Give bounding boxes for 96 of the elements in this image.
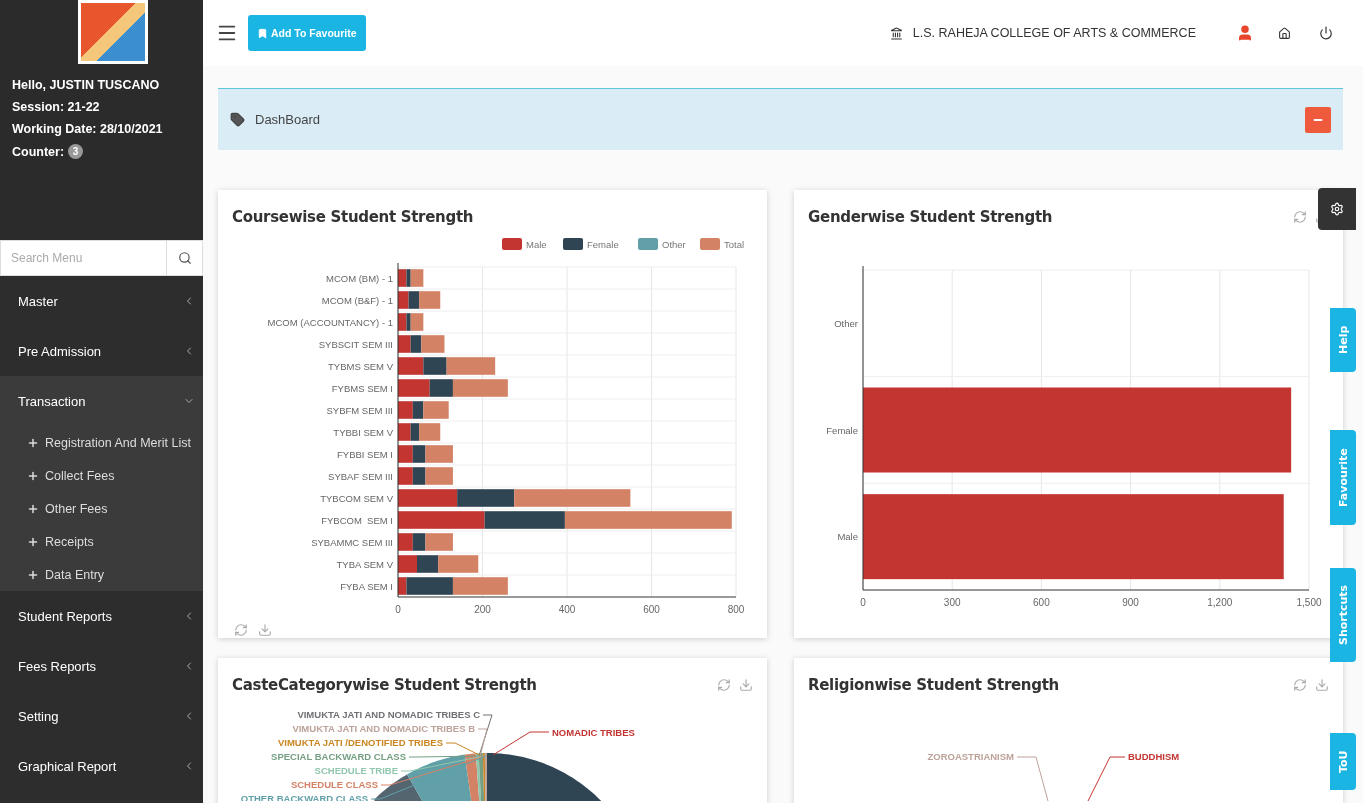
category-label: FYBA SEM I xyxy=(340,580,393,592)
refresh-icon xyxy=(1293,678,1307,692)
tick-label: 800 xyxy=(727,604,745,615)
college-name: L.S. RAHEJA COLLEGE OF ARTS & COMMERCE xyxy=(912,26,1196,40)
counter-badge: 3 xyxy=(68,144,84,159)
category-label: TYBA SEM V xyxy=(336,558,393,570)
pie-label: VIMUKTA JATI AND NOMADIC TRIBES C xyxy=(297,709,480,720)
leader-line xyxy=(1016,756,1049,801)
menu-item[interactable]: Master xyxy=(0,276,203,326)
menu-item[interactable]: Transaction xyxy=(0,376,203,426)
submenu-item[interactable]: Receipts xyxy=(0,525,203,558)
menu-item[interactable]: Student Reports xyxy=(0,591,203,641)
category-label: SYBFM SEM III xyxy=(326,404,393,416)
tick-label: 0 xyxy=(860,597,866,608)
category-label: FYBMS SEM I xyxy=(331,382,393,394)
category-label: FYBCOM SEM I xyxy=(321,514,393,526)
pie-label: SCHEDULE CLASS xyxy=(290,779,378,790)
collapse-button[interactable] xyxy=(1305,106,1331,133)
legend-label: Male xyxy=(526,239,547,250)
plus-icon xyxy=(27,535,39,548)
category-label: MCOM (ACCOUNTANCY) - 1 xyxy=(267,316,393,328)
tick-label: 600 xyxy=(643,604,660,615)
submenu-item[interactable]: Data Entry xyxy=(0,558,203,591)
plus-icon xyxy=(27,469,39,482)
download-icon xyxy=(739,678,753,692)
settings-icon xyxy=(1330,202,1344,216)
menu-item[interactable]: Setting xyxy=(0,691,203,741)
chart-bar xyxy=(398,489,458,507)
tick-label: 300 xyxy=(943,597,961,608)
tick-label: 1,500 xyxy=(1296,597,1322,608)
pie-label: BUDDHISM xyxy=(1128,751,1180,762)
tick-label: 0 xyxy=(395,604,401,615)
refresh-icon xyxy=(1293,210,1307,224)
power-icon[interactable] xyxy=(1319,26,1333,40)
home-icon[interactable] xyxy=(1278,26,1291,40)
bookmark-icon xyxy=(257,27,268,39)
category-label: MCOM (B&F) - 1 xyxy=(321,294,393,306)
plus-icon xyxy=(27,436,39,449)
pie-label: VIMUKTA JATI AND NOMADIC TRIBES B xyxy=(292,723,475,734)
category-label: MCOM (BM) - 1 xyxy=(325,272,393,284)
pie-label: SPECIAL BACKWARD CLASS xyxy=(271,751,406,762)
chart-bar xyxy=(398,291,409,309)
submenu-item[interactable]: Registration And Merit List xyxy=(0,426,203,459)
search-field[interactable]: Search Menu xyxy=(0,240,203,276)
category-label: SYBAMMC SEM III xyxy=(311,536,393,548)
download-icon xyxy=(1315,678,1329,692)
chart-bar xyxy=(398,379,430,397)
tick-label: 400 xyxy=(558,604,576,615)
working-date-text: Working Date: 28/10/2021 xyxy=(12,122,164,136)
tick-label: 900 xyxy=(1122,597,1139,608)
legend-label: Female xyxy=(587,239,619,250)
category-label: TYBBI SEM V xyxy=(333,426,393,438)
leader-line xyxy=(1087,756,1126,801)
breadcrumb-text: DashBoard xyxy=(255,112,321,127)
category-label: TYBCOM SEM V xyxy=(320,492,393,504)
tag-icon xyxy=(230,112,245,127)
chart-bar xyxy=(398,357,424,375)
menu-item[interactable]: Fees Reports xyxy=(0,641,203,691)
settings-button[interactable] xyxy=(1318,188,1356,230)
logo-placeholder xyxy=(78,0,148,64)
card-title: Coursewise Student Strength xyxy=(232,208,474,226)
card-title: Genderwise Student Strength xyxy=(808,208,1053,226)
tick-label: 600 xyxy=(1033,597,1050,608)
legend-label: Other xyxy=(662,239,686,250)
session-text: Session: 21-22 xyxy=(12,100,101,114)
card-title: CasteCategorywise Student Strength xyxy=(232,676,537,694)
pie-label: VIMUKTA JATI /DENOTIFIED TRIBES xyxy=(277,737,443,748)
category-label: SYBAF SEM III xyxy=(328,470,393,482)
plus-icon xyxy=(27,502,39,515)
refresh-icon xyxy=(717,678,731,692)
menu-item[interactable]: Graphical Report xyxy=(0,741,203,791)
pie-label: ZOROASTRIANISM xyxy=(927,751,1014,762)
counter-label: Counter: xyxy=(12,144,65,159)
card-title: Religionwise Student Strength xyxy=(808,676,1059,694)
tick-label: 1,200 xyxy=(1207,597,1233,608)
category-label: Other xyxy=(834,317,858,329)
plus-icon xyxy=(27,568,39,581)
pie-label: NOMADIC TRIBES xyxy=(552,727,635,738)
menu-item[interactable]: Pre Admission xyxy=(0,326,203,376)
submenu-item[interactable]: Collect Fees xyxy=(0,459,203,492)
tick-label: 200 xyxy=(474,604,491,615)
legend-label: Total xyxy=(724,239,745,250)
bank-icon xyxy=(889,26,903,40)
category-label: Female xyxy=(826,424,858,436)
refresh-icon xyxy=(234,623,248,637)
pie-label: SCHEDULE TRIBE xyxy=(314,765,398,776)
submenu-item[interactable]: Other Fees xyxy=(0,492,203,525)
chart-bar xyxy=(452,577,508,595)
category-label: FYBBI SEM I xyxy=(337,448,393,460)
download-icon xyxy=(258,623,272,637)
search-icon xyxy=(177,251,192,265)
user-icon[interactable] xyxy=(1236,24,1254,42)
greeting-text: Hello, JUSTIN TUSCANO xyxy=(12,78,161,92)
category-label: Male xyxy=(837,531,858,543)
category-label: SYBSCIT SEM III xyxy=(318,338,393,350)
category-label: TYBMS SEM V xyxy=(328,360,393,372)
